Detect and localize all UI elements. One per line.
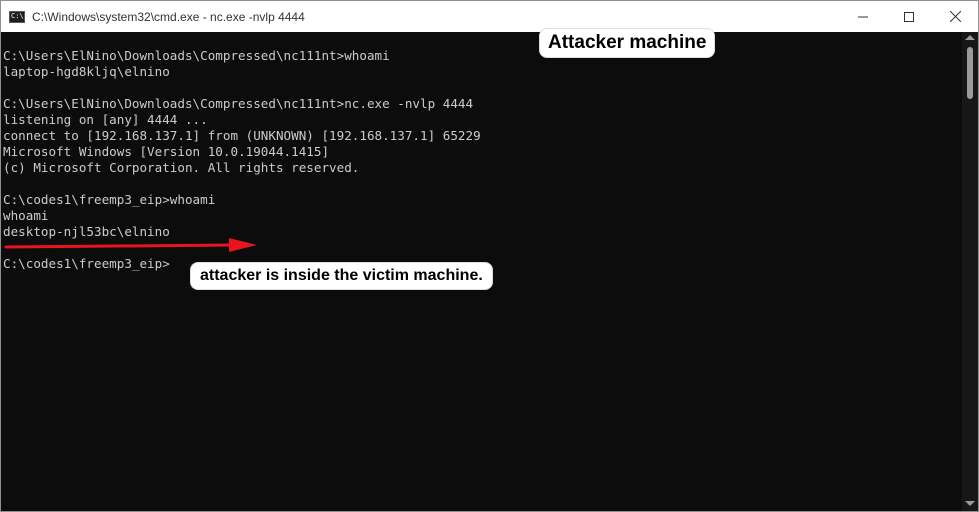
console-line: C:\Users\ElNino\Downloads\Compressed\nc1…: [3, 96, 474, 111]
window-controls: [840, 1, 978, 32]
attacker-machine-label: Attacker machine: [540, 29, 715, 57]
close-icon: [949, 11, 961, 22]
console-line: laptop-hgd8kljq\elnino: [3, 64, 170, 79]
console-line: C:\codes1\freemp3_eip>whoami: [3, 192, 216, 207]
scroll-up-icon[interactable]: [965, 35, 975, 40]
minimize-button[interactable]: [840, 1, 886, 32]
minimize-icon: [858, 16, 868, 17]
console-line: connect to [192.168.137.1] from (UNKNOWN…: [3, 128, 481, 143]
maximize-icon: [904, 11, 914, 22]
title-bar[interactable]: C:\ C:\Windows\system32\cmd.exe - nc.exe…: [1, 1, 978, 32]
console-prompt: C:\codes1\freemp3_eip>: [3, 256, 170, 271]
console-line: listening on [any] 4444 ...: [3, 112, 208, 127]
victim-machine-note: attacker is inside the victim machine.: [191, 263, 492, 289]
console-line: C:\Users\ElNino\Downloads\Compressed\nc1…: [3, 48, 390, 63]
console-line: Microsoft Windows [Version 10.0.19044.14…: [3, 144, 330, 159]
console-line: (c) Microsoft Corporation. All rights re…: [3, 160, 360, 175]
vertical-scrollbar[interactable]: [962, 32, 978, 511]
scroll-down-icon[interactable]: [965, 501, 975, 506]
scrollbar-thumb[interactable]: [967, 47, 973, 99]
cmd-icon-glyph: C:\: [11, 11, 24, 20]
maximize-button[interactable]: [886, 1, 932, 32]
close-button[interactable]: [932, 1, 978, 32]
window-title: C:\Windows\system32\cmd.exe - nc.exe -nv…: [32, 9, 305, 24]
cmd-icon: C:\: [9, 10, 25, 23]
console-line: whoami: [3, 208, 49, 223]
red-arrow-icon: [4, 238, 257, 252]
